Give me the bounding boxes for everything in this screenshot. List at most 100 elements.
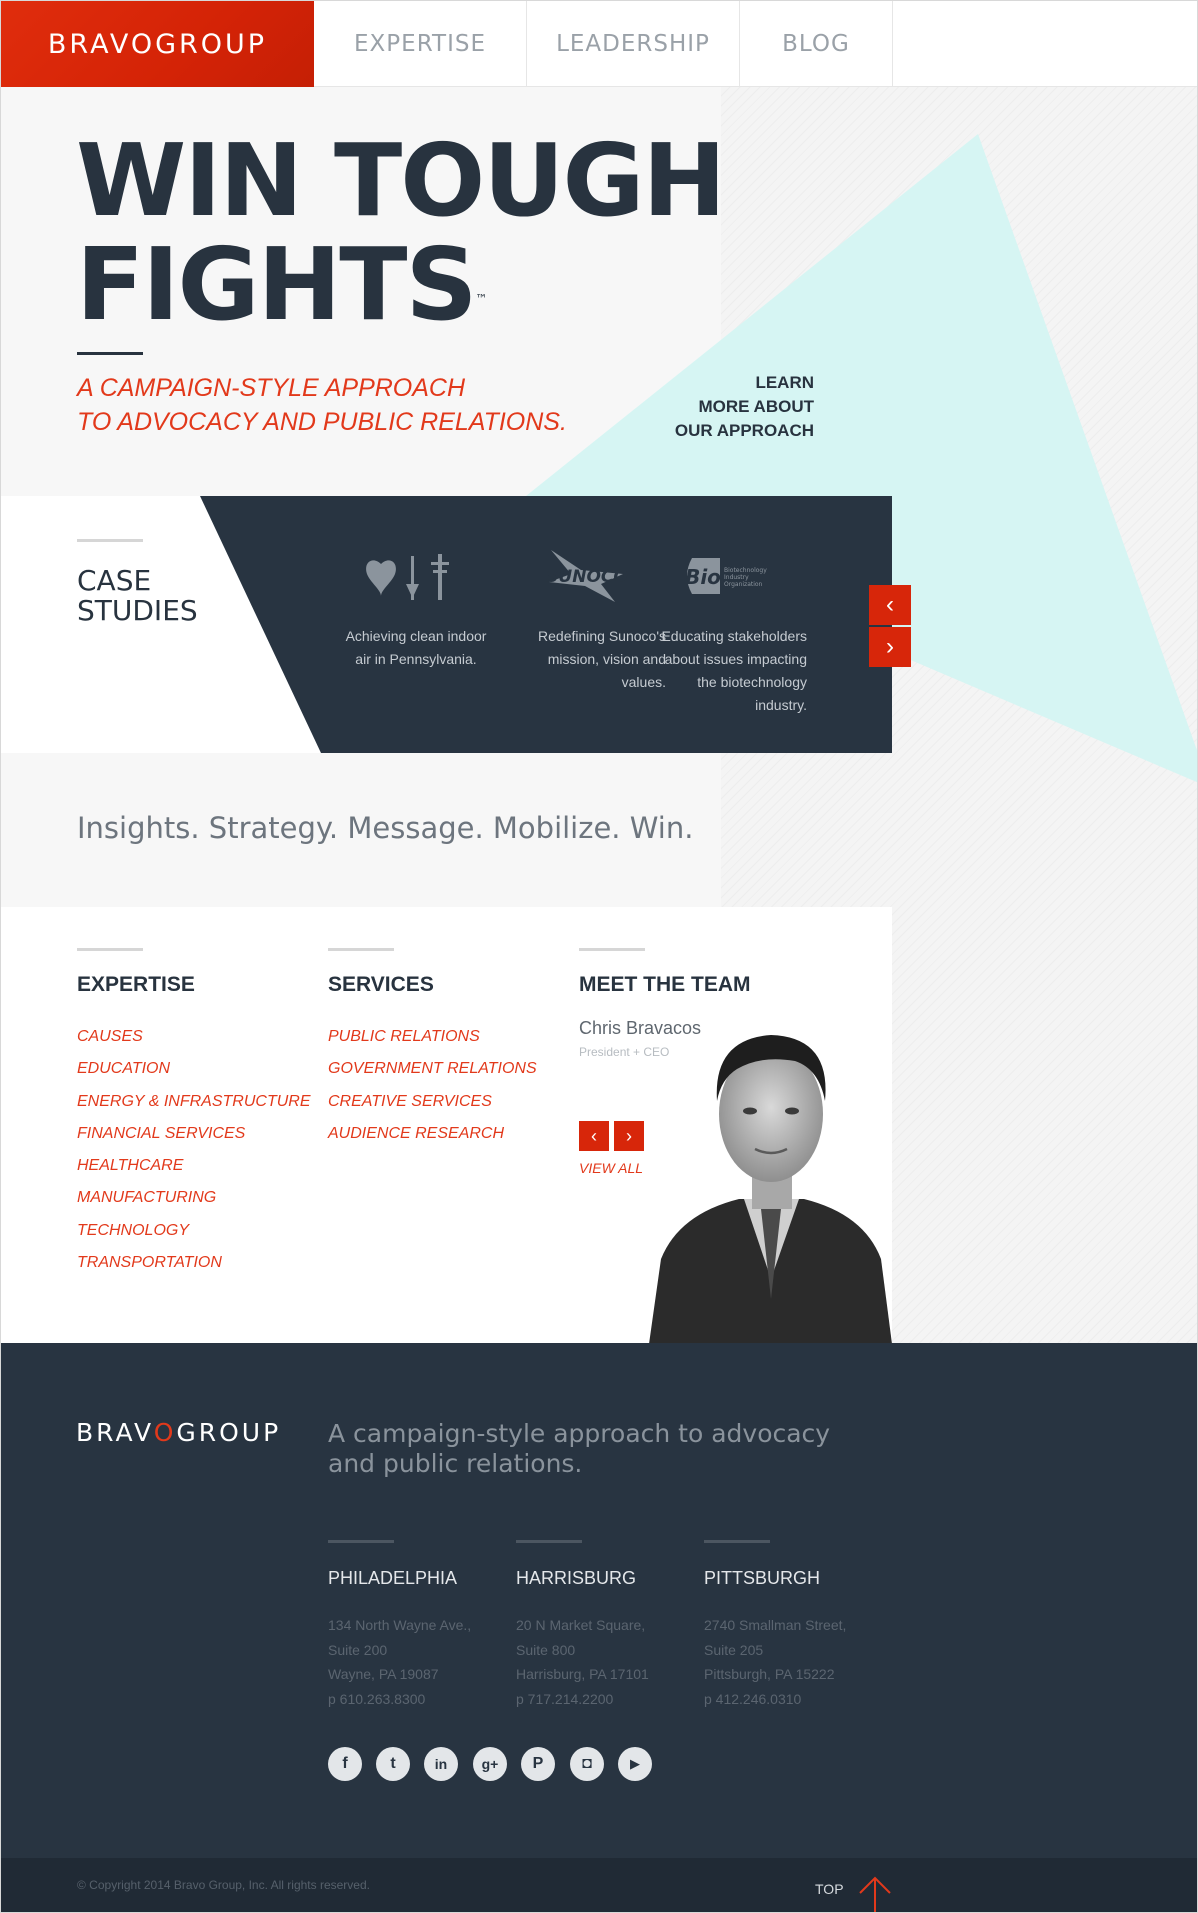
case-study-item[interactable]: Achieving clean indoor air in Pennsylvan… (336, 541, 496, 671)
footer-logo-part2: GROUP (176, 1418, 282, 1447)
case-studies-next-button[interactable]: › (869, 627, 911, 667)
services-link-government-relations[interactable]: GOVERNMENT RELATIONS (328, 1053, 537, 1085)
hero-divider (77, 352, 143, 355)
health-coalition-logo (336, 541, 496, 611)
bio-logo: Bio Biotechnology Industry Organization (647, 541, 807, 611)
case-studies-divider (77, 539, 143, 542)
twitter-icon[interactable]: t (376, 1747, 410, 1781)
phone-number[interactable]: p 717.214.2200 (516, 1687, 649, 1712)
nav-item-expertise[interactable]: EXPERTISE (314, 1, 527, 87)
address-line: Suite 205 (704, 1641, 764, 1658)
address-line: 134 North Wayne Ave., (328, 1617, 472, 1633)
phone-number[interactable]: p 412.246.0310 (704, 1687, 846, 1712)
expertise-link-healthcare[interactable]: HEALTHCARE (77, 1150, 311, 1182)
office-address-philadelphia: 134 North Wayne Ave., Suite 200 Wayne, P… (328, 1613, 471, 1711)
team-divider (579, 948, 645, 951)
case-study-text: Redefining Sunoco's mission, vision and … (538, 628, 666, 690)
expertise-divider (77, 948, 143, 951)
expertise-link-technology[interactable]: TECHNOLOGY (77, 1215, 311, 1247)
services-list: PUBLIC RELATIONS GOVERNMENT RELATIONS CR… (328, 1021, 537, 1150)
office-divider (516, 1540, 582, 1543)
expertise-link-causes[interactable]: CAUSES (77, 1021, 311, 1053)
copyright-text: © Copyright 2014 Bravo Group, Inc. All r… (77, 1878, 370, 1892)
services-divider (328, 948, 394, 951)
learn-more-line2: MORE ABOUT (698, 397, 814, 416)
services-link-public-relations[interactable]: PUBLIC RELATIONS (328, 1021, 537, 1053)
case-studies-title-line1: CASE (77, 564, 152, 597)
hero-subtitle-line1: A CAMPAIGN-STYLE APPROACH (77, 374, 466, 402)
team-prev-button[interactable]: ‹ (579, 1121, 609, 1151)
brand-logo[interactable]: BRAVOGROUP (1, 1, 314, 87)
footer-logo[interactable]: BRAVOGROUP (76, 1418, 281, 1447)
office-address-harrisburg: 20 N Market Square, Suite 800 Harrisburg… (516, 1613, 649, 1711)
pinterest-icon[interactable]: P (521, 1747, 555, 1781)
facebook-icon[interactable]: f (328, 1747, 362, 1781)
learn-more-link[interactable]: LEARN MORE ABOUT OUR APPROACH (641, 371, 814, 443)
footer-logo-part1: BRAV (76, 1418, 154, 1447)
brand-logo-text: BRAVOGROUP (47, 28, 268, 60)
nav-item-blog[interactable]: BLOG (740, 1, 893, 87)
back-to-top-link[interactable]: TOP (815, 1881, 844, 1897)
hero-subtitle: A CAMPAIGN-STYLE APPROACH TO ADVOCACY AN… (77, 371, 567, 439)
sunoco-logo: SUNOCO (506, 541, 666, 611)
case-studies-title: CASE STUDIES (77, 566, 198, 626)
address-line: Suite 200 (328, 1641, 388, 1658)
case-study-item[interactable]: Bio Biotechnology Industry Organization … (647, 541, 807, 717)
office-divider (328, 1540, 394, 1543)
svg-text:Organization: Organization (724, 581, 763, 588)
services-link-creative-services[interactable]: CREATIVE SERVICES (328, 1086, 537, 1118)
team-heading: MEET THE TEAM (579, 973, 751, 996)
learn-more-line1: LEARN (755, 373, 814, 392)
expertise-list: CAUSES EDUCATION ENERGY & INFRASTRUCTURE… (77, 1021, 311, 1279)
hero-title-line2-text: FIGHTS (76, 226, 478, 343)
team-next-button[interactable]: › (614, 1121, 644, 1151)
learn-more-line3: OUR APPROACH (674, 421, 814, 440)
office-address-pittsburgh: 2740 Smallman Street, Suite 205 Pittsbur… (704, 1613, 846, 1711)
case-study-text: Achieving clean indoor air in Pennsylvan… (345, 628, 487, 667)
services-link-audience-research[interactable]: AUDIENCE RESEARCH (328, 1118, 537, 1150)
google-plus-icon[interactable]: g+ (473, 1747, 507, 1781)
youtube-icon[interactable]: ▶ (618, 1747, 652, 1781)
expertise-link-manufacturing[interactable]: MANUFACTURING (77, 1182, 311, 1214)
footer-logo-accent: O (153, 1418, 177, 1447)
nav-item-leadership[interactable]: LEADERSHIP (527, 1, 740, 87)
expertise-link-transportation[interactable]: TRANSPORTATION (77, 1247, 311, 1279)
trademark-symbol: ™ (475, 292, 488, 306)
expertise-link-education[interactable]: EDUCATION (77, 1053, 311, 1085)
office-city-harrisburg: HARRISBURG (516, 1568, 637, 1588)
linkedin-icon[interactable]: in (424, 1747, 458, 1781)
view-all-team-link[interactable]: VIEW ALL (579, 1160, 643, 1176)
address-line: 2740 Smallman Street, (704, 1617, 847, 1633)
hero-title-line1: WIN TOUGH (76, 122, 726, 239)
hero-title: WIN TOUGH FIGHTS™ (76, 122, 726, 337)
office-divider (704, 1540, 770, 1543)
office-city-pittsburgh: PITTSBURGH (704, 1568, 821, 1588)
hero-title-line2: FIGHTS™ (76, 233, 724, 337)
phone-number[interactable]: p 610.263.8300 (328, 1687, 471, 1712)
case-study-text: Educating stakeholders about issues impa… (661, 628, 807, 713)
address-line: Pittsburgh, PA 15222 (704, 1666, 835, 1683)
bio-logo-text: Bio (685, 565, 721, 589)
svg-text:Biotechnology: Biotechnology (724, 567, 767, 574)
case-studies-title-line2: STUDIES (77, 594, 198, 627)
address-line: Suite 800 (516, 1641, 576, 1658)
case-study-item[interactable]: SUNOCO Redefining Sunoco's mission, visi… (506, 541, 666, 694)
footer-tagline: A campaign-style approach to advocacy an… (328, 1419, 831, 1478)
tagline: Insights. Strategy. Message. Mobilize. W… (77, 811, 694, 845)
services-heading: SERVICES (328, 973, 434, 996)
team-member-portrait (649, 1035, 892, 1344)
address-line: 20 N Market Square, (516, 1617, 646, 1633)
hero-subtitle-line2: TO ADVOCACY AND PUBLIC RELATIONS. (77, 408, 567, 436)
top-nav: BRAVOGROUP EXPERTISE LEADERSHIP BLOG (1, 1, 1197, 87)
instagram-icon[interactable]: ◘ (570, 1747, 604, 1781)
office-city-philadelphia: PHILADELPHIA (328, 1568, 458, 1588)
svg-text:Industry: Industry (724, 574, 749, 581)
expertise-heading: EXPERTISE (77, 973, 195, 996)
page: BRAVOGROUP EXPERTISE LEADERSHIP BLOG WIN… (0, 0, 1198, 1913)
expertise-link-financial[interactable]: FINANCIAL SERVICES (77, 1118, 311, 1150)
address-line: Harrisburg, PA 17101 (516, 1666, 649, 1683)
arrow-up-icon[interactable] (858, 1876, 892, 1913)
case-studies-prev-button[interactable]: ‹ (869, 585, 911, 625)
address-line: Wayne, PA 19087 (328, 1666, 439, 1683)
expertise-link-energy[interactable]: ENERGY & INFRASTRUCTURE (77, 1086, 311, 1118)
